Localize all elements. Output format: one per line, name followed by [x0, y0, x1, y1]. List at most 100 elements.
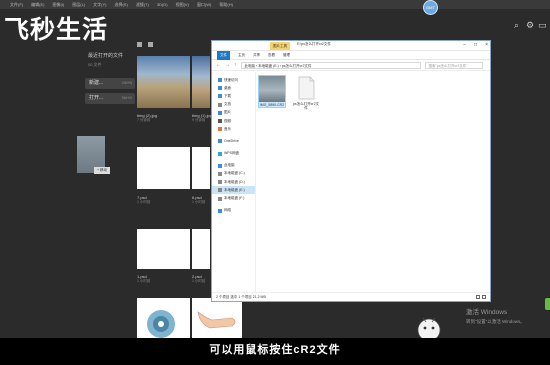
close-icon[interactable]: × — [485, 42, 488, 48]
menu-item[interactable]: 文件(F) — [10, 2, 23, 8]
menu-item[interactable]: 帮助(H) — [219, 2, 233, 8]
file-name: IMG_5890.CR2 — [259, 103, 285, 107]
folder-icon — [218, 151, 222, 156]
nav-item[interactable]: 本地磁盘 (F:) — [212, 194, 255, 202]
folder-icon — [218, 180, 222, 185]
avatar[interactable]: GMT — [423, 0, 438, 15]
search-icon[interactable]: ⌕ — [514, 21, 522, 30]
nav-item-label: 本地磁盘 (E:) — [224, 187, 245, 192]
nav-item[interactable]: 本地磁盘 (D:) — [212, 178, 255, 186]
minimize-icon[interactable]: − — [463, 42, 466, 48]
menu-item[interactable]: 滤镜(T) — [136, 2, 149, 8]
windows-activation-notice: 激活 Windows 转到"设置"以激活 Windows。 — [466, 308, 525, 326]
explorer-ribbon: 文件 主页 共享 查看 管理 — [212, 50, 490, 60]
nav-item-label: 本地磁盘 (F:) — [224, 196, 245, 201]
nav-item[interactable]: 音乐 — [212, 125, 255, 133]
file-time: 7 分钟前 — [137, 118, 151, 122]
menu-item[interactable]: 窗口(W) — [197, 2, 211, 8]
hand-image — [197, 311, 236, 329]
file-time: 9 分钟前 — [192, 118, 206, 122]
thumbnail-1psd[interactable] — [137, 229, 190, 269]
watermark-logo: 飞秒生活 — [4, 15, 109, 44]
gear-icon[interactable]: ⚙ — [526, 21, 534, 30]
folder-icon — [218, 119, 222, 124]
nav-item[interactable]: 桌面 — [212, 84, 255, 92]
explorer-titlebar: 图片工具 E:\ps怎么打开cr2文件 − □ × — [212, 41, 490, 51]
nav-item-label: 快速访问 — [224, 77, 238, 82]
nav-item-label: 音乐 — [224, 126, 231, 131]
folder-icon — [218, 86, 222, 91]
folder-icon — [218, 78, 222, 83]
window-title: E:\ps怎么打开cr2文件 — [297, 42, 331, 46]
activation-title: 激活 Windows — [466, 309, 508, 316]
nav-item[interactable]: 下载 — [212, 92, 255, 100]
file-explorer-window[interactable]: 图片工具 E:\ps怎么打开cr2文件 − □ × 文件 主页 共享 查看 管理 ← →… — [211, 40, 491, 302]
workspace-icon[interactable]: ▭ — [538, 21, 547, 30]
up-arrow-icon[interactable]: ↑ — [234, 62, 237, 68]
address-input[interactable]: 此电脑 › 本地磁盘 (E:) › ps怎么打开cr2文件 — [240, 61, 421, 69]
open-button[interactable]: 打开... Ctrl+O — [85, 93, 135, 104]
cd-image — [147, 310, 175, 338]
nav-item[interactable]: OneDrive — [212, 137, 255, 145]
menu-item[interactable]: 图层(L) — [72, 2, 85, 8]
nav-item[interactable]: 网络 — [212, 207, 255, 215]
thumbnail-hand[interactable] — [192, 298, 242, 338]
maximize-icon[interactable]: □ — [474, 42, 477, 48]
new-button[interactable]: 新建... Ctrl+N — [85, 78, 135, 89]
thumbnail-2psd[interactable] — [192, 229, 210, 269]
new-button-label: 新建... — [89, 80, 104, 86]
back-arrow-icon[interactable]: ← — [216, 62, 221, 68]
menu-item[interactable]: 图像(I) — [52, 2, 64, 8]
file-time: 1 小时前 — [192, 200, 206, 204]
nav-item[interactable]: 图片 — [212, 109, 255, 117]
ribbon-tab[interactable]: 管理 — [283, 53, 290, 58]
nav-item-label: 桌面 — [224, 85, 231, 90]
file-time: 1 小时前 — [137, 200, 151, 204]
ribbon-tab[interactable]: 主页 — [238, 53, 245, 58]
nav-item-label: 本地磁盘 (C:) — [224, 171, 245, 176]
forward-arrow-icon[interactable]: → — [225, 62, 230, 68]
details-view-icon[interactable] — [476, 295, 480, 299]
file-item-cr2[interactable]: IMG_5890.CR2 — [258, 75, 286, 108]
picture-tools-tab[interactable]: 图片工具 — [270, 42, 290, 50]
nav-item-label: 图片 — [224, 110, 231, 115]
nav-item[interactable]: 本地磁盘 (C:) — [212, 170, 255, 178]
thumbnail-cd[interactable] — [137, 298, 190, 338]
folder-icon — [218, 127, 222, 132]
list-view-icon[interactable] — [137, 42, 142, 47]
nav-item-label: 此电脑 — [224, 163, 235, 168]
nav-item[interactable]: 本地磁盘 (E:) — [212, 186, 255, 195]
app-menubar: 文件(F) 编辑(E) 图像(I) 图层(L) 文字(Y) 选择(S) 滤镜(T) 3D(D)… — [0, 0, 550, 9]
nav-item-label: 下载 — [224, 93, 231, 98]
large-icons-view-icon[interactable] — [482, 295, 486, 299]
activation-hint: 转到"设置"以激活 Windows。 — [466, 319, 525, 324]
menu-item[interactable]: 3D(D) — [157, 2, 168, 7]
search-input[interactable]: 搜索"ps怎么打开cr2文件" — [424, 61, 483, 69]
menu-item[interactable]: 文字(Y) — [93, 2, 106, 8]
status-bar: 2 个项目 选中 1 个项目 21.2 MB — [212, 292, 490, 301]
ribbon-tab[interactable]: 查看 — [268, 53, 275, 58]
nav-item[interactable]: 视频 — [212, 117, 255, 125]
nav-item[interactable]: WPS网盘 — [212, 150, 255, 158]
menu-item[interactable]: 选择(S) — [114, 2, 127, 8]
nav-item[interactable]: 快速访问 — [212, 76, 255, 84]
nav-item[interactable]: 文档 — [212, 101, 255, 109]
thumbnail-timg2[interactable] — [137, 56, 190, 108]
thumbnail-timg1[interactable] — [192, 56, 210, 108]
ribbon-tab[interactable]: 共享 — [253, 53, 260, 58]
nav-item-label: 网络 — [224, 208, 231, 213]
folder-icon — [218, 208, 222, 213]
folder-icon — [218, 196, 222, 201]
menu-item[interactable]: 编辑(E) — [31, 2, 44, 8]
grid-view-icon[interactable] — [148, 42, 153, 47]
menu-item[interactable]: 视图(V) — [176, 2, 189, 8]
nav-item[interactable]: 此电脑 — [212, 162, 255, 170]
address-bar-row: ← → ↑ 此电脑 › 本地磁盘 (E:) › ps怎么打开cr2文件 搜索"p… — [212, 60, 490, 71]
nav-item-label: 文档 — [224, 102, 231, 107]
file-item-doc[interactable]: ps怎么打开cr2文件 — [292, 75, 320, 110]
thumbnail-6psd[interactable] — [192, 147, 210, 189]
side-widget[interactable] — [545, 298, 550, 310]
ribbon-tab[interactable]: 文件 — [217, 50, 230, 60]
thumbnail-7psd[interactable] — [137, 147, 190, 189]
view-toggle[interactable] — [137, 42, 153, 47]
